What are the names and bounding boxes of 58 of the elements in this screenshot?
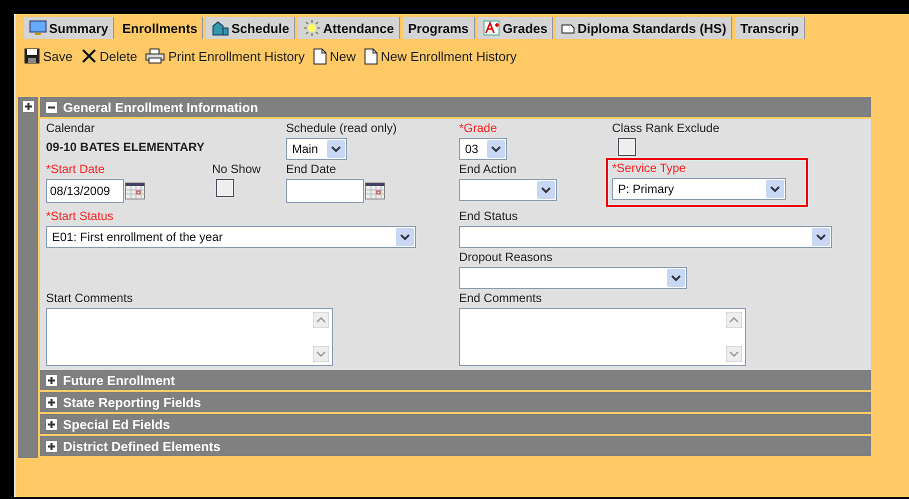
delete-icon <box>80 48 97 64</box>
save-icon <box>24 48 40 64</box>
expand-all-icon[interactable] <box>22 101 34 112</box>
field-label: No Show <box>212 162 262 176</box>
toolbar-button[interactable]: Delete <box>80 48 138 64</box>
field-label: *Start Status <box>46 209 114 223</box>
field-label: End Status <box>459 209 519 223</box>
section-header[interactable]: General Enrollment Information <box>40 97 871 119</box>
grade-select[interactable]: 03 <box>459 138 507 160</box>
field-label: End Comments <box>459 291 543 305</box>
field-label: Dropout Reasons <box>459 250 554 264</box>
tab[interactable]: Attendance <box>298 17 400 39</box>
field-label: *Grade <box>459 121 498 135</box>
tab[interactable]: Diploma Standards (HS) <box>556 17 732 39</box>
schedule-select[interactable]: Main <box>286 138 347 160</box>
document-icon <box>561 22 576 34</box>
start-status-select[interactable]: E01: First enrollment of the year <box>46 226 416 248</box>
toolbar-button[interactable]: Print Enrollment History <box>145 48 305 64</box>
calendar-value: 09-10 BATES ELEMENTARY <box>46 140 206 154</box>
tab[interactable]: Schedule <box>206 17 296 39</box>
toolbar-button[interactable]: New Enrollment History <box>364 48 517 64</box>
section-header[interactable]: State Reporting Fields <box>40 392 871 414</box>
calendar-icon[interactable] <box>365 182 385 200</box>
tab[interactable]: Summary <box>24 17 114 39</box>
sun-icon <box>303 20 322 36</box>
toolbar-button[interactable]: Save <box>24 48 73 64</box>
field-label: *Service Type <box>612 161 687 175</box>
field-label: Calendar <box>46 121 96 135</box>
page-icon <box>312 48 327 64</box>
expand-icon[interactable] <box>46 418 57 430</box>
checkbox[interactable] <box>618 138 636 156</box>
field-label: End Action <box>459 162 518 176</box>
tab[interactable]: Transcrip <box>735 17 805 39</box>
toolbar-button[interactable]: New <box>312 48 356 64</box>
calendar-icon[interactable] <box>125 182 145 200</box>
field-label: Start Comments <box>46 291 134 305</box>
tab[interactable]: Grades <box>478 17 554 39</box>
field-label: *Start Date <box>46 162 106 176</box>
expand-icon[interactable] <box>46 396 57 408</box>
expand-icon[interactable] <box>46 374 57 386</box>
page-icon <box>364 48 378 64</box>
checkbox[interactable] <box>216 179 234 197</box>
date-field[interactable]: 08/13/2009 <box>46 179 124 203</box>
tab[interactable]: Programs <box>402 17 475 39</box>
building-icon <box>211 20 230 36</box>
section-header[interactable]: Special Ed Fields <box>40 414 871 436</box>
field-label: Schedule (read only) <box>286 121 398 135</box>
expand-icon[interactable] <box>46 440 57 452</box>
printer-icon <box>145 48 166 64</box>
field-label: Class Rank Exclude <box>612 121 720 135</box>
date-field[interactable] <box>286 179 364 203</box>
service-type-select[interactable]: P: Primary <box>612 178 786 200</box>
monitor-icon <box>29 20 47 36</box>
grade-icon <box>482 20 501 36</box>
field-label: End Date <box>286 162 338 176</box>
section-header[interactable]: Future Enrollment <box>40 370 871 392</box>
collapse-icon[interactable] <box>46 102 57 112</box>
section-header[interactable]: District Defined Elements <box>40 436 871 458</box>
